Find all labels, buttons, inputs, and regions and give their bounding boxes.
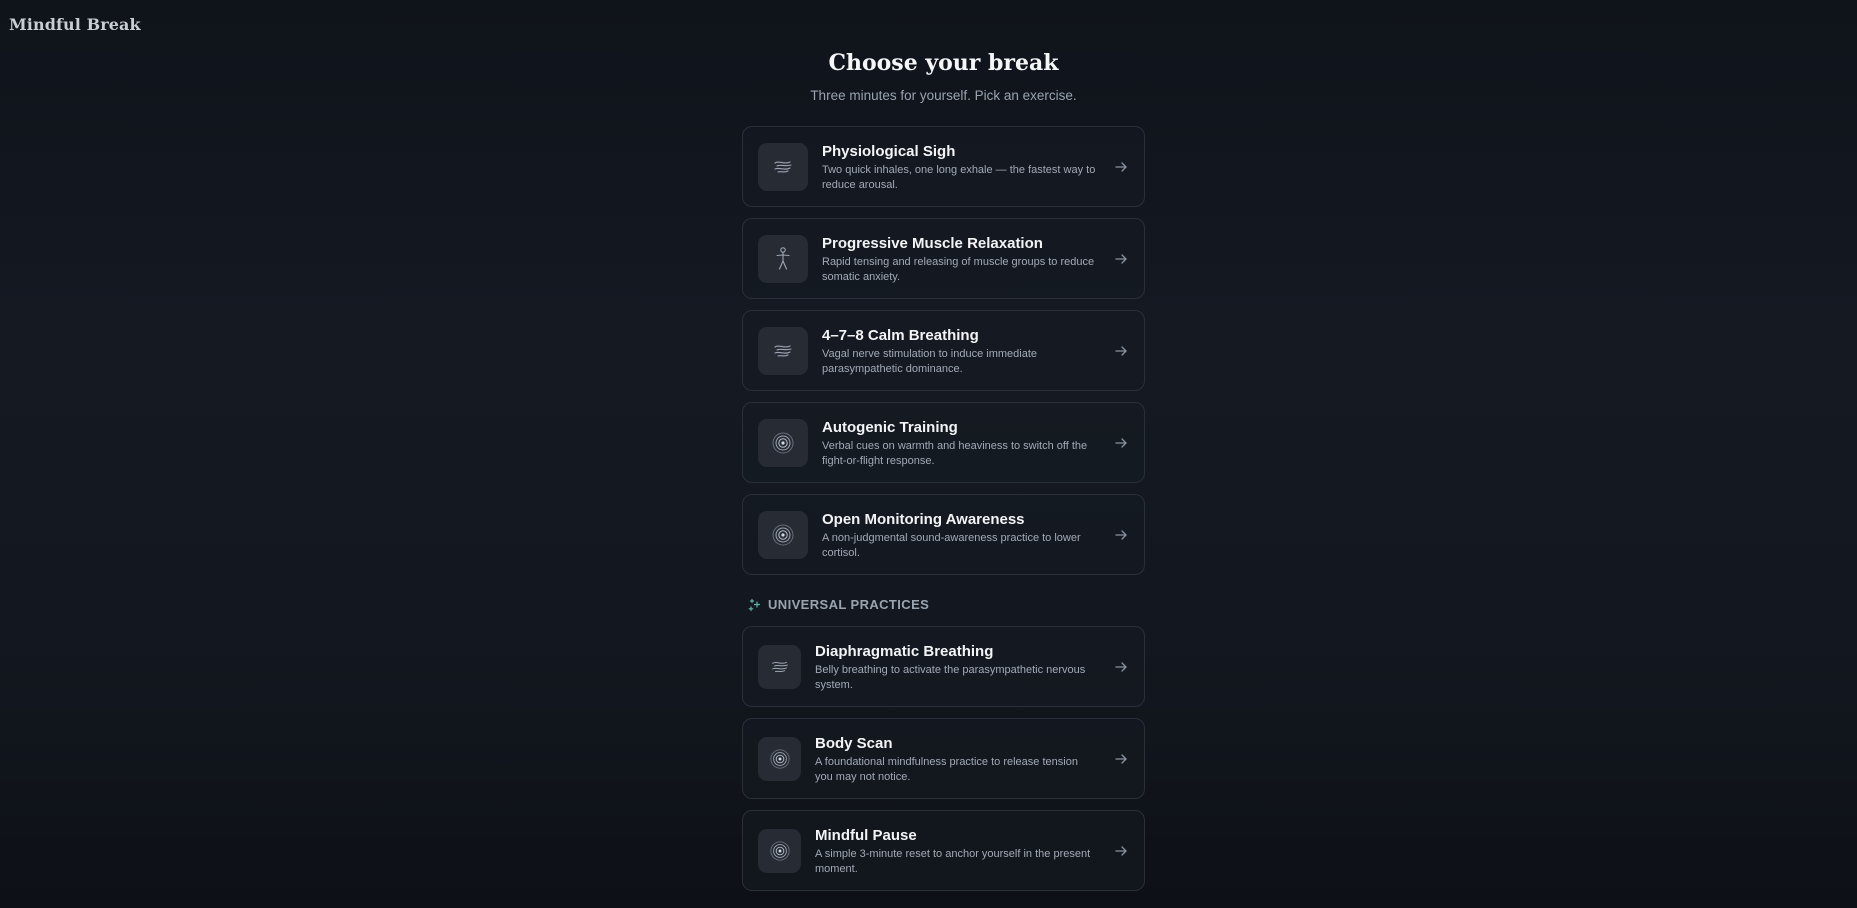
practice-card-mindful-pause[interactable]: Mindful Pause A simple 3-minute reset to… [742, 810, 1145, 891]
practice-title: Mindful Pause [815, 827, 917, 844]
exercise-description: Verbal cues on warmth and heaviness to s… [822, 440, 1088, 467]
exercise-description: Two quick inhales, one long exhale — the… [822, 164, 1096, 191]
target-icon [758, 829, 801, 873]
exercise-card-progressive-muscle-relaxation[interactable]: Progressive Muscle Relaxation Rapid tens… [742, 218, 1145, 299]
arrow-right-icon [1115, 754, 1127, 764]
wind-icon [758, 645, 801, 689]
person-icon [758, 235, 808, 283]
wind-icon [758, 143, 808, 191]
practice-card-diaphragmatic-breathing[interactable]: Diaphragmatic Breathing Belly breathing … [742, 626, 1145, 707]
arrow-right-icon [1115, 438, 1127, 448]
arrow-right-icon [1115, 846, 1127, 856]
exercise-title: Progressive Muscle Relaxation [822, 235, 1043, 252]
page-title: Choose your break [828, 50, 1059, 76]
target-icon [758, 737, 801, 781]
practice-description: A foundational mindfulness practice to r… [815, 756, 1078, 783]
section-label-text: UNIVERSAL PRACTICES [768, 597, 930, 612]
exercise-card-open-monitoring-awareness[interactable]: Open Monitoring Awareness A non-judgment… [742, 494, 1145, 575]
section-label-universal-practices: UNIVERSAL PRACTICES [747, 597, 929, 612]
exercise-description: A non-judgmental sound-awareness practic… [822, 532, 1081, 559]
arrow-right-icon [1115, 254, 1127, 264]
arrow-right-icon [1115, 162, 1127, 172]
target-icon [758, 419, 808, 467]
arrow-right-icon [1115, 530, 1127, 540]
arrow-right-icon [1115, 662, 1127, 672]
exercise-card-physiological-sigh[interactable]: Physiological Sigh Two quick inhales, on… [742, 126, 1145, 207]
practice-title: Diaphragmatic Breathing [815, 643, 994, 660]
arrow-right-icon [1115, 346, 1127, 356]
exercise-description: Rapid tensing and releasing of muscle gr… [822, 256, 1095, 283]
exercise-title: 4–7–8 Calm Breathing [822, 327, 979, 344]
app-logo[interactable]: Mindful Break [9, 15, 141, 34]
practice-description: Belly breathing to activate the parasymp… [815, 664, 1086, 691]
wind-icon [758, 327, 808, 375]
exercise-title: Physiological Sigh [822, 143, 956, 160]
practice-title: Body Scan [815, 735, 893, 752]
exercise-description: Vagal nerve stimulation to induce immedi… [822, 348, 1038, 375]
practice-description: A simple 3-minute reset to anchor yourse… [815, 848, 1091, 875]
target-icon [758, 511, 808, 559]
exercise-card-478-calm-breathing[interactable]: 4–7–8 Calm Breathing Vagal nerve stimula… [742, 310, 1145, 391]
sparkle-icon [748, 598, 761, 611]
exercise-title: Open Monitoring Awareness [822, 511, 1025, 528]
practice-card-body-scan[interactable]: Body Scan A foundational mindfulness pra… [742, 718, 1145, 799]
exercise-card-autogenic-training[interactable]: Autogenic Training Verbal cues on warmth… [742, 402, 1145, 483]
page-subtitle: Three minutes for yourself. Pick an exer… [810, 88, 1077, 103]
exercise-title: Autogenic Training [822, 419, 958, 436]
